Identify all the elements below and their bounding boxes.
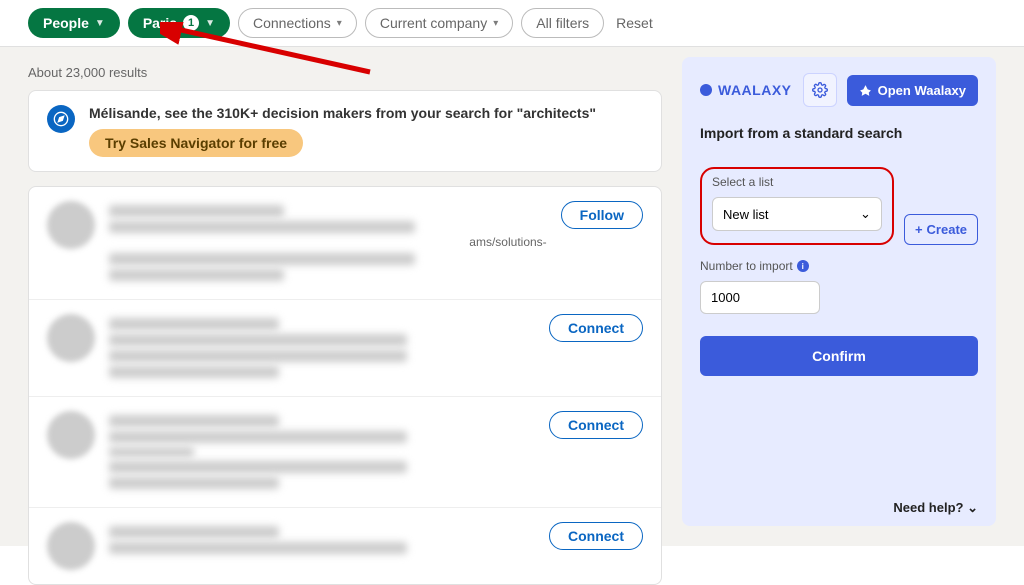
results-column: About 23,000 results Mélisande, see the … — [28, 57, 662, 536]
need-help-link[interactable]: Need help? ⌄ — [700, 484, 978, 516]
blurred-title — [109, 542, 407, 554]
result-body — [109, 522, 535, 558]
list-dropdown-value: New list — [723, 207, 769, 222]
blurred-detail — [109, 253, 415, 265]
blurred-detail — [109, 477, 279, 489]
avatar — [47, 411, 95, 459]
waalaxy-panel: WAALAXY Open Waalaxy Import from a stand… — [682, 57, 996, 526]
confirm-button[interactable]: Confirm — [700, 336, 978, 376]
chevron-down-icon: ▼ — [205, 18, 215, 29]
promo-headline: Mélisande, see the 310K+ decision makers… — [89, 105, 596, 121]
blurred-title — [109, 431, 407, 443]
brand: WAALAXY — [700, 82, 793, 98]
promo-body: Mélisande, see the 310K+ decision makers… — [89, 105, 596, 157]
panel-header: WAALAXY Open Waalaxy — [700, 73, 978, 107]
blurred-detail — [109, 350, 407, 362]
create-list-button[interactable]: + Create — [904, 214, 978, 245]
filter-company[interactable]: Current company ▾ — [365, 8, 513, 38]
avatar — [47, 314, 95, 362]
create-label: Create — [927, 222, 967, 237]
settings-button[interactable] — [803, 73, 837, 107]
result-list: ams/solutions- Follow Connect — [28, 186, 662, 585]
blurred-name — [109, 205, 284, 217]
result-body — [109, 314, 535, 382]
info-icon[interactable]: i — [797, 260, 809, 272]
chevron-down-icon: ▼ — [95, 18, 105, 29]
filter-location-label: Paris — [143, 15, 177, 31]
panel-title: Import from a standard search — [700, 125, 978, 141]
highlight-select-list: Select a list New list ⌄ — [700, 167, 894, 245]
rocket-icon — [859, 84, 872, 97]
brand-logo-icon — [700, 84, 712, 96]
number-to-import-input[interactable] — [700, 281, 820, 314]
reset-link[interactable]: Reset — [616, 15, 653, 31]
avatar — [47, 522, 95, 570]
blurred-detail — [109, 461, 407, 473]
select-row: Select a list New list ⌄ + Create — [700, 167, 978, 259]
content-area: About 23,000 results Mélisande, see the … — [0, 47, 1024, 546]
chevron-down-icon: ▾ — [493, 18, 498, 29]
result-item[interactable]: ams/solutions- Follow — [29, 187, 661, 300]
result-body: ams/solutions- — [109, 201, 547, 285]
blurred-detail — [109, 366, 279, 378]
connect-button[interactable]: Connect — [549, 522, 643, 550]
blurred-name — [109, 415, 279, 427]
list-dropdown[interactable]: New list ⌄ — [712, 197, 882, 231]
promo-cta-button[interactable]: Try Sales Navigator for free — [89, 129, 303, 157]
blurred-name — [109, 526, 279, 538]
compass-icon — [47, 105, 75, 133]
filter-connections-label: Connections — [253, 15, 331, 31]
blurred-title — [109, 221, 415, 233]
blurred-location — [109, 447, 194, 457]
open-waalaxy-label: Open Waalaxy — [878, 83, 966, 98]
blurred-title — [109, 334, 407, 346]
filter-all[interactable]: All filters — [521, 8, 604, 38]
avatar — [47, 201, 95, 249]
chevron-down-icon: ⌄ — [967, 500, 978, 515]
filter-connections[interactable]: Connections ▾ — [238, 8, 357, 38]
filter-people-label: People — [43, 15, 89, 31]
chevron-down-icon: ▾ — [337, 18, 342, 29]
plus-icon: + — [915, 222, 923, 237]
result-body — [109, 411, 535, 493]
result-item[interactable]: Connect — [29, 300, 661, 397]
follow-button[interactable]: Follow — [561, 201, 643, 229]
promo-card: Mélisande, see the 310K+ decision makers… — [28, 90, 662, 172]
visible-text-fragment: ams/solutions- — [109, 235, 547, 249]
filter-location-count: 1 — [183, 15, 199, 31]
filter-company-label: Current company — [380, 15, 487, 31]
select-list-label: Select a list — [712, 175, 882, 189]
filter-location[interactable]: Paris 1 ▼ — [128, 8, 230, 38]
filter-people[interactable]: People ▼ — [28, 8, 120, 38]
chevron-down-icon: ⌄ — [860, 206, 871, 222]
blurred-name — [109, 318, 279, 330]
results-count: About 23,000 results — [28, 65, 662, 80]
connect-button[interactable]: Connect — [549, 314, 643, 342]
connect-button[interactable]: Connect — [549, 411, 643, 439]
result-item[interactable]: Connect — [29, 508, 661, 584]
brand-name: WAALAXY — [718, 82, 792, 98]
filter-all-label: All filters — [536, 15, 589, 31]
number-label: Number to import i — [700, 259, 978, 273]
blurred-detail — [109, 269, 284, 281]
open-waalaxy-button[interactable]: Open Waalaxy — [847, 75, 978, 106]
result-item[interactable]: Connect — [29, 397, 661, 508]
filter-bar: People ▼ Paris 1 ▼ Connections ▾ Current… — [0, 0, 1024, 47]
gear-icon — [812, 82, 828, 98]
